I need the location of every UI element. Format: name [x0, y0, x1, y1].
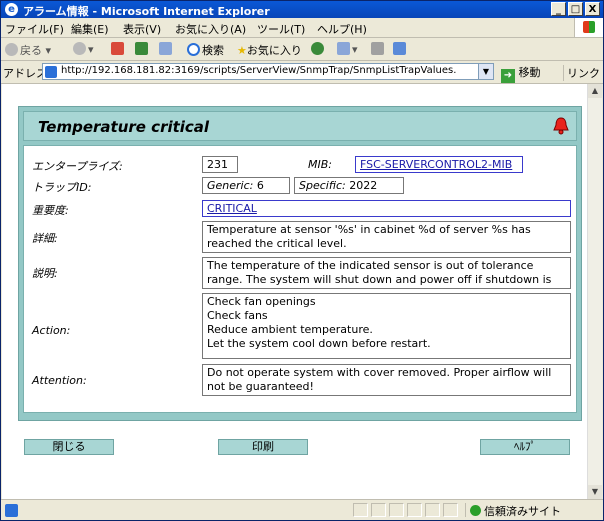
- close-button[interactable]: 閉じる: [24, 439, 114, 455]
- menu-favorites[interactable]: お気に入り(A): [175, 21, 246, 37]
- menu-edit[interactable]: 編集(E): [71, 21, 109, 37]
- severity-label: 重要度:: [32, 204, 69, 217]
- windows-logo-icon: [574, 18, 603, 37]
- home-button[interactable]: [159, 42, 174, 56]
- attention-text: Do not operate system with cover removed…: [202, 364, 571, 396]
- alarm-body: エンタープライズ: 231 MIB: FSC-SERVERCONTROL2-MI…: [23, 145, 577, 413]
- edit-icon: [393, 42, 406, 55]
- maximize-button[interactable]: □: [568, 2, 583, 16]
- status-cell: [353, 503, 368, 517]
- mib-link[interactable]: FSC-SERVERCONTROL2-MIB: [355, 156, 523, 173]
- page-status-icon: [5, 504, 18, 517]
- action-item: Let the system cool down before restart.: [207, 337, 431, 350]
- action-item: Check fan openings: [207, 295, 316, 308]
- alarm-header: Temperature critical: [23, 111, 577, 141]
- page-icon: [45, 66, 57, 78]
- window-title: アラーム情報 - Microsoft Internet Explorer: [23, 5, 270, 18]
- enterprise-label: エンタープライズ:: [32, 160, 123, 173]
- close-window-button[interactable]: X: [585, 2, 600, 16]
- refresh-button[interactable]: [135, 42, 150, 56]
- detail-label: 詳細:: [32, 232, 58, 245]
- enterprise-value: 231: [202, 156, 238, 173]
- back-arrow-icon: [5, 43, 18, 56]
- trusted-check-icon: [470, 505, 481, 516]
- star-icon: ★: [237, 44, 247, 57]
- address-dropdown-icon[interactable]: ▼: [478, 64, 493, 79]
- alarm-panel: Temperature critical エンタープライズ: 231 MIB: …: [18, 106, 582, 421]
- mail-icon: [337, 42, 350, 55]
- print-button[interactable]: 印刷: [218, 439, 308, 455]
- history-icon: [311, 42, 324, 55]
- page-content: Temperature critical エンタープライズ: 231 MIB: …: [2, 84, 590, 499]
- action-item: Reduce ambient temperature.: [207, 323, 373, 336]
- stop-button[interactable]: [111, 42, 126, 56]
- specific-value: Specific: 2022: [294, 177, 404, 194]
- refresh-icon: [135, 42, 148, 55]
- address-input[interactable]: http://192.168.181.82:3169/scripts/Serve…: [42, 63, 494, 80]
- print-toolbar-button[interactable]: [371, 42, 386, 56]
- status-cell: [389, 503, 404, 517]
- alarm-title: Temperature critical: [38, 118, 210, 136]
- edit-page-button[interactable]: [393, 42, 408, 56]
- mail-button[interactable]: ▾: [337, 42, 358, 56]
- go-arrow-icon: ➜: [501, 69, 515, 83]
- trap-id-label: トラップID:: [32, 181, 92, 194]
- ie-icon: e: [5, 3, 18, 16]
- search-icon: [187, 43, 200, 56]
- printer-icon: [371, 42, 384, 55]
- go-button[interactable]: ➜ 移動: [501, 64, 541, 83]
- alarm-bell-icon: [553, 117, 569, 135]
- links-button[interactable]: リンク »: [563, 65, 604, 81]
- browser-window: e アラーム情報 - Microsoft Internet Explorer _…: [0, 0, 604, 521]
- attention-label: Attention:: [32, 374, 87, 387]
- toolbar: 戻る ▾ ▾ 検索 ★お気に入り ▾: [1, 38, 603, 61]
- history-button[interactable]: [311, 42, 326, 56]
- scroll-up-icon[interactable]: ▲: [588, 84, 602, 98]
- home-icon: [159, 42, 172, 55]
- detail-text: Temperature at sensor '%s' in cabinet %d…: [202, 221, 571, 253]
- menu-bar: ファイル(F) 編集(E) 表示(V) お気に入り(A) ツール(T) ヘルプ(…: [1, 18, 603, 38]
- status-cell: [425, 503, 440, 517]
- menu-tools[interactable]: ツール(T): [257, 21, 305, 37]
- description-label: 説明:: [32, 267, 58, 280]
- vertical-scrollbar[interactable]: ▲ ▼: [587, 84, 602, 499]
- address-url: http://192.168.181.82:3169/scripts/Serve…: [61, 65, 457, 76]
- status-bar: 信頼済みサイト: [1, 499, 603, 521]
- minimize-button[interactable]: _: [551, 2, 566, 16]
- mib-label: MIB:: [308, 158, 332, 171]
- description-text: The temperature of the indicated sensor …: [202, 257, 571, 289]
- forward-arrow-icon: [73, 42, 86, 55]
- back-button[interactable]: 戻る ▾: [5, 42, 51, 58]
- generic-value: Generic: 6: [202, 177, 290, 194]
- help-button[interactable]: ﾍﾙﾌﾟ: [480, 439, 570, 455]
- status-cell: [443, 503, 458, 517]
- action-list: Check fan openings Check fans Reduce amb…: [202, 293, 571, 359]
- action-label: Action:: [32, 324, 71, 337]
- security-zone: 信頼済みサイト: [465, 503, 602, 518]
- menu-file[interactable]: ファイル(F): [5, 21, 64, 37]
- search-button[interactable]: 検索: [187, 42, 224, 58]
- address-bar: アドレス(D) http://192.168.181.82:3169/scrip…: [1, 61, 604, 84]
- status-cell: [407, 503, 422, 517]
- status-cell: [371, 503, 386, 517]
- stop-icon: [111, 42, 124, 55]
- forward-button[interactable]: ▾: [73, 42, 94, 56]
- severity-link[interactable]: CRITICAL: [202, 200, 571, 217]
- menu-view[interactable]: 表示(V): [123, 21, 161, 37]
- menu-help[interactable]: ヘルプ(H): [317, 21, 367, 37]
- favorites-button[interactable]: ★お気に入り: [237, 42, 302, 58]
- action-item: Check fans: [207, 309, 268, 322]
- title-bar: e アラーム情報 - Microsoft Internet Explorer _…: [1, 1, 603, 18]
- scroll-down-icon[interactable]: ▼: [588, 485, 602, 499]
